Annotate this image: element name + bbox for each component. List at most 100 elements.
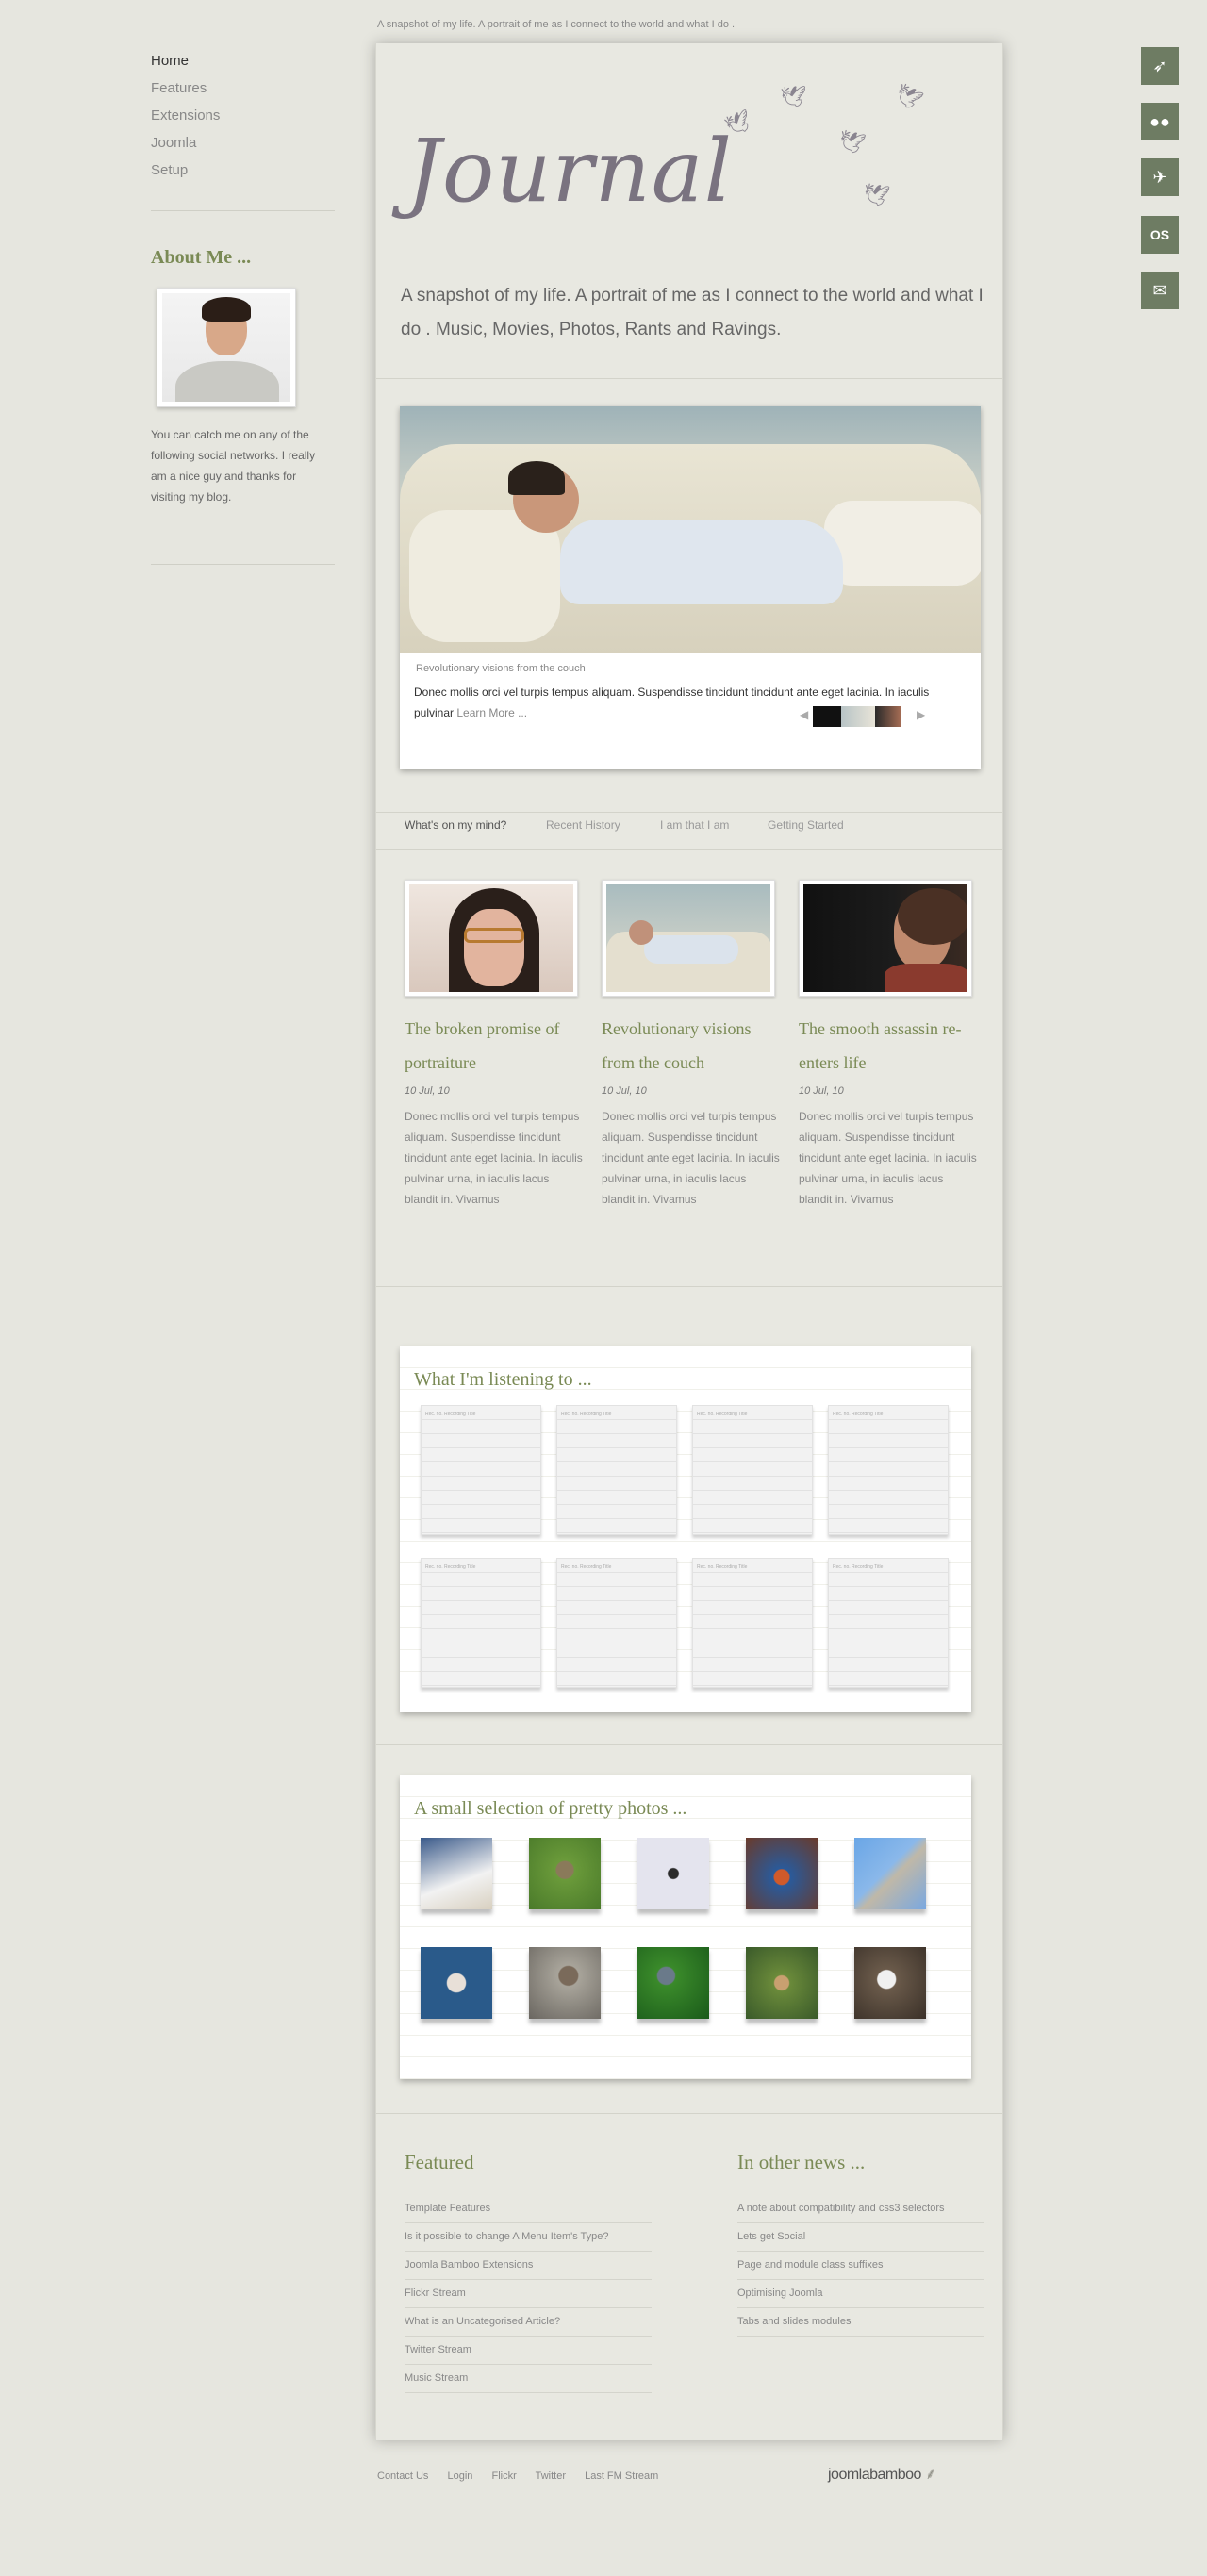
photo-thumb[interactable] — [854, 1838, 926, 1909]
post-title[interactable]: Revolutionary visions from the couch — [602, 1012, 783, 1080]
news-module: In other news ... A note about compatibi… — [737, 2151, 984, 2337]
music-card[interactable]: Rec. no. Recording Title — [692, 1558, 813, 1688]
music-card[interactable]: Rec. no. Recording Title — [692, 1405, 813, 1535]
featured-link[interactable]: Twitter Stream — [405, 2337, 652, 2365]
post-item: The smooth assassin re-enters life 10 Ju… — [799, 880, 980, 1210]
featured-link[interactable]: Joomla Bamboo Extensions — [405, 2252, 652, 2280]
post-image[interactable] — [405, 880, 578, 997]
news-title: In other news ... — [737, 2151, 866, 2173]
footer-link-twitter[interactable]: Twitter — [536, 2470, 566, 2482]
footer-nav: Contact Us Login Flickr Twitter Last FM … — [377, 2470, 674, 2482]
photos-module: A small selection of pretty photos ... — [400, 1775, 971, 2079]
slider-thumb[interactable] — [841, 706, 875, 727]
photos-title: A small selection of pretty photos ... — [414, 1798, 687, 1819]
footer-link-contact[interactable]: Contact Us — [377, 2470, 428, 2482]
bird-icon: 🕊 — [861, 180, 891, 209]
lastfm-icon[interactable]: OS — [1141, 216, 1179, 254]
nav-item-home[interactable]: Home — [151, 47, 335, 74]
post-item: The broken promise of portraiture 10 Jul… — [405, 880, 586, 1210]
featured-title: Featured — [405, 2151, 474, 2173]
post-excerpt: Donec mollis orci vel turpis tempus aliq… — [602, 1110, 780, 1206]
photo-thumb[interactable] — [746, 1947, 818, 2019]
slider-thumb[interactable] — [875, 706, 901, 727]
tab-getting-started[interactable]: Getting Started — [768, 818, 844, 832]
divider — [376, 812, 1002, 813]
post-item: Revolutionary visions from the couch 10 … — [602, 880, 783, 1210]
learn-more-link[interactable]: Learn More ... — [456, 706, 527, 719]
nav-item-setup[interactable]: Setup — [151, 157, 335, 184]
featured-link[interactable]: Is it possible to change A Menu Item's T… — [405, 2223, 652, 2252]
bird-icon: 🕊 — [780, 85, 806, 108]
nav-item-joomla[interactable]: Joomla — [151, 129, 335, 157]
divider — [376, 1744, 1002, 1745]
featured-link[interactable]: Flickr Stream — [405, 2280, 652, 2308]
slider-caption: Revolutionary visions from the couch — [416, 663, 586, 674]
slider-image[interactable] — [400, 406, 981, 653]
slider-thumb[interactable] — [813, 706, 841, 727]
footer-link-flickr[interactable]: Flickr — [491, 2470, 516, 2482]
nav-item-features[interactable]: Features — [151, 74, 335, 102]
photo-thumb[interactable] — [421, 1947, 492, 2019]
news-link[interactable]: Lets get Social — [737, 2223, 984, 2252]
photo-thumb[interactable] — [421, 1838, 492, 1909]
news-link[interactable]: Optimising Joomla — [737, 2280, 984, 2308]
music-card[interactable]: Rec. no. Recording Title — [421, 1558, 541, 1688]
post-excerpt: Donec mollis orci vel turpis tempus aliq… — [799, 1110, 977, 1206]
bird-icon: 🕊 — [835, 126, 868, 157]
bird-icon[interactable]: ✈ — [1141, 158, 1179, 196]
divider — [376, 378, 1002, 379]
featured-link[interactable]: What is an Uncategorised Article? — [405, 2308, 652, 2337]
twitter-bird-icon[interactable]: ➶ — [1141, 47, 1179, 85]
featured-slider: Revolutionary visions from the couch Don… — [400, 406, 981, 769]
music-card[interactable]: Rec. no. Recording Title — [556, 1405, 677, 1535]
post-date: 10 Jul, 10 — [405, 1085, 450, 1097]
featured-module: Featured Template Features Is it possibl… — [405, 2151, 652, 2393]
tab-whats-on-my-mind[interactable]: What's on my mind? — [405, 818, 506, 832]
music-card[interactable]: Rec. no. Recording Title — [556, 1558, 677, 1688]
tab-i-am-that-i-am[interactable]: I am that I am — [660, 818, 729, 832]
music-card[interactable]: Rec. no. Recording Title — [828, 1405, 949, 1535]
top-tagline: A snapshot of my life. A portrait of me … — [377, 19, 736, 30]
avatar — [157, 288, 296, 407]
about-text: You can catch me on any of the following… — [151, 428, 316, 504]
post-date: 10 Jul, 10 — [799, 1085, 844, 1097]
music-title: What I'm listening to ... — [414, 1369, 592, 1390]
main-content: Journal 🕊 🕊 🕊 🕊 🕊 A snapshot of my life.… — [375, 43, 1003, 2440]
brand-logo[interactable]: joomlabamboo ⸙ — [828, 2463, 936, 2484]
flickr-icon[interactable]: ●● — [1141, 103, 1179, 140]
prev-arrow-icon[interactable]: ◀ — [800, 708, 808, 721]
post-title[interactable]: The broken promise of portraiture — [405, 1012, 586, 1080]
music-card[interactable]: Rec. no. Recording Title — [421, 1405, 541, 1535]
photo-thumb[interactable] — [637, 1838, 709, 1909]
post-image[interactable] — [799, 880, 972, 997]
news-link[interactable]: A note about compatibility and css3 sele… — [737, 2195, 984, 2223]
post-date: 10 Jul, 10 — [602, 1085, 647, 1097]
next-arrow-icon[interactable]: ▶ — [917, 708, 925, 721]
music-card[interactable]: Rec. no. Recording Title — [828, 1558, 949, 1688]
divider — [376, 1286, 1002, 1287]
photo-thumb[interactable] — [529, 1947, 601, 2019]
tab-recent-history[interactable]: Recent History — [546, 818, 620, 832]
photo-thumb[interactable] — [746, 1838, 818, 1909]
nav-item-extensions[interactable]: Extensions — [151, 102, 335, 129]
mail-icon[interactable]: ✉ — [1141, 272, 1179, 309]
slider-thumbnails: ◀ ▶ — [800, 706, 932, 727]
featured-link[interactable]: Music Stream — [405, 2365, 652, 2393]
music-module: What I'm listening to ... Rec. no. Recor… — [400, 1346, 971, 1712]
news-link[interactable]: Page and module class suffixes — [737, 2252, 984, 2280]
featured-link[interactable]: Template Features — [405, 2195, 652, 2223]
photo-thumb[interactable] — [637, 1947, 709, 2019]
intro-text: A snapshot of my life. A portrait of me … — [401, 286, 984, 339]
news-link[interactable]: Tabs and slides modules — [737, 2308, 984, 2337]
footer-link-lastfm[interactable]: Last FM Stream — [585, 2470, 658, 2482]
photo-thumb[interactable] — [854, 1947, 926, 2019]
divider — [376, 2113, 1002, 2114]
post-image[interactable] — [602, 880, 775, 997]
bird-icon: 🕊 — [890, 79, 926, 114]
site-logo[interactable]: Journal — [406, 121, 733, 222]
post-title[interactable]: The smooth assassin re-enters life — [799, 1012, 980, 1080]
post-excerpt: Donec mollis orci vel turpis tempus aliq… — [405, 1110, 583, 1206]
footer-link-login[interactable]: Login — [447, 2470, 472, 2482]
photo-thumb[interactable] — [529, 1838, 601, 1909]
about-title: About Me ... — [151, 247, 252, 268]
